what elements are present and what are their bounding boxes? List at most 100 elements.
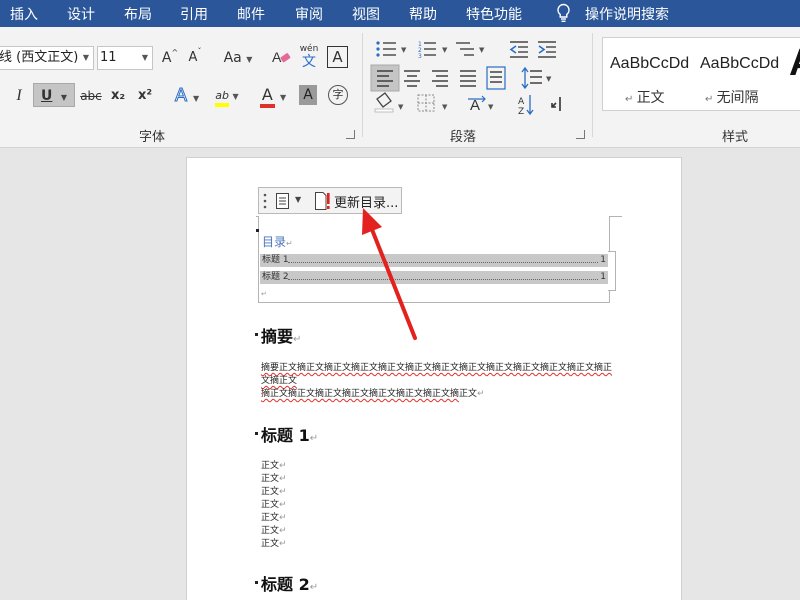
svg-text:▼: ▼ [398,103,404,111]
underline-icon: U [41,88,53,104]
justify-icon [460,70,476,87]
font-color-button[interactable]: A ▼ [254,83,292,108]
character-border-button[interactable]: A [327,46,348,68]
strikethrough-button[interactable]: abc [78,84,104,108]
tell-me-search[interactable]: 操作说明搜索 [585,4,669,24]
style-item-no-spacing[interactable]: AaBbCcDd ↵ 无间隔 [695,38,787,110]
toc-entry-heading-1[interactable]: 标题 1 1 [260,254,608,267]
align-right-icon [432,70,448,87]
toc-entry-page: 1 [600,255,606,265]
underline-button[interactable]: U ▼ [33,83,75,107]
tab-help[interactable]: 帮助 [409,4,437,24]
font-name-combo[interactable]: 线 (西文正文) ▼ [0,46,94,70]
sort-icon: A Z [518,95,534,117]
highlighter-icon: ab [215,89,230,107]
style-sample-no-spacing: AaBbCcDd [700,55,780,72]
grow-font-button[interactable]: A^ [160,46,180,70]
style-item-normal[interactable]: AaBbCcDd ↵ 正文 [603,38,693,110]
style-name-no-spacing: ↵ 无间隔 [705,90,759,106]
tab-special-features[interactable]: 特色功能 [466,4,522,24]
toc-entry-heading-2[interactable]: 标题 2 1 [260,271,608,284]
style-name-normal: ↵ 正文 [625,90,665,106]
change-case-button[interactable]: Aa ▼ [220,46,256,70]
tab-mailings[interactable]: 邮件 [237,4,265,24]
tab-review[interactable]: 审阅 [295,4,323,24]
highlight-button[interactable]: ab ▼ [210,84,244,108]
chinese-layout-icon: A ▼ [468,95,494,114]
phonetic-char: 文 [302,54,316,70]
tab-layout[interactable]: 布局 [124,4,152,24]
superscript-icon: x² [137,88,153,103]
chevron-down-icon: ▼ [192,94,200,103]
character-shading-button[interactable]: A [299,85,317,105]
body-line: 正文↵ [261,461,287,471]
toc-entry-text: 标题 2 [262,272,289,282]
style-sample-heading[interactable]: A [789,42,800,85]
subscript-icon: x₂ [110,88,126,103]
enclose-characters-icon: 字 [332,88,344,101]
show-formatting-marks-icon [551,97,561,111]
borders-icon: ▼ [417,94,448,112]
chevron-down-icon: ▼ [60,93,67,102]
body-line: 正文↵ [261,500,287,510]
lightbulb-icon [557,3,570,22]
paragraph-dialog-launcher-icon[interactable] [576,130,585,139]
change-case-label: Aa [223,50,242,66]
chevron-down-icon: ▼ [141,53,148,62]
abstract-heading: 摘要↵ [255,323,301,347]
toc-entry-text: 标题 1 [262,255,289,265]
font-dialog-launcher-icon[interactable] [346,130,355,139]
body-line: 正文↵ [261,487,287,497]
tab-insert[interactable]: 插入 [10,4,38,24]
styles-gallery: AaBbCcDd ↵ 正文 AaBbCcDd ↵ 无间隔 A [602,37,800,111]
body-line: 正文↵ [261,474,287,484]
toc-leader-dots [288,279,598,280]
phonetic-guide-button[interactable]: wén 文 [298,44,320,72]
abstract-line-2: 摘正文摘正文摘正文摘正文摘正文摘正文摘正文摘正文↵ [261,389,485,399]
svg-text:▼: ▼ [479,46,485,54]
chevron-down-icon: ▼ [246,55,253,64]
drag-handle-icon[interactable] [262,192,268,210]
shrink-font-button[interactable]: Aˇ [185,46,205,70]
body-line: 正文↵ [261,539,287,549]
paint-bucket-icon: ▼ [374,92,404,113]
styles-group-label: 样式 [722,130,749,145]
font-name-value: 线 (西文正文) [0,50,79,65]
text-effects-icon: A [174,85,188,107]
caret-down-icon: ˇ [197,47,202,56]
italic-button[interactable]: I [10,84,28,108]
group-separator [592,33,593,137]
tab-references[interactable]: 引用 [180,4,208,24]
subscript-button[interactable]: x₂ [108,84,128,108]
character-shading-icon: A [303,87,313,103]
toc-frame-tab [608,251,616,291]
clear-formatting-icon[interactable]: A [272,47,292,67]
document-list-icon [276,193,289,209]
update-document-icon [315,192,330,210]
toc-menu-button[interactable]: ▼ [273,190,307,212]
superscript-button[interactable]: x² [135,84,155,108]
svg-text:A: A [518,97,525,107]
paragraph-mark: ↵ [261,390,267,398]
tab-view[interactable]: 视图 [352,4,380,24]
text-effects-button[interactable]: A ▼ [170,84,204,108]
numbering-icon: 1 2 3 ▼ [418,41,448,60]
svg-text:▼: ▼ [442,103,448,111]
decrease-indent-icon [509,41,528,58]
bullet-mark [256,229,259,232]
align-center-icon [404,70,420,87]
svg-text:▼: ▼ [401,46,407,54]
font-size-combo[interactable]: 11 ▼ [97,46,153,70]
font-size-value: 11 [100,50,117,65]
caret-up-icon: ^ [171,48,179,57]
grow-font-icon: A [161,50,172,66]
tab-design[interactable]: 设计 [67,4,95,24]
chevron-down-icon: ▼ [279,93,287,102]
chevron-down-icon: ▼ [82,53,89,62]
abstract-paragraph: 摘要正文摘正文摘正文摘正文摘正文摘正文摘正文摘正文摘正文摘正文摘正文摘正文摘正文… [261,362,613,401]
distributed-icon [486,66,506,90]
paragraph-group-label: 段落 [450,130,477,145]
style-sample-normal: AaBbCcDd [610,55,690,72]
enclose-characters-button[interactable]: 字 [328,85,348,105]
heading-1-body: 正文↵ 正文↵ 正文↵ 正文↵ 正文↵ 正文↵ 正文↵ [261,460,287,551]
